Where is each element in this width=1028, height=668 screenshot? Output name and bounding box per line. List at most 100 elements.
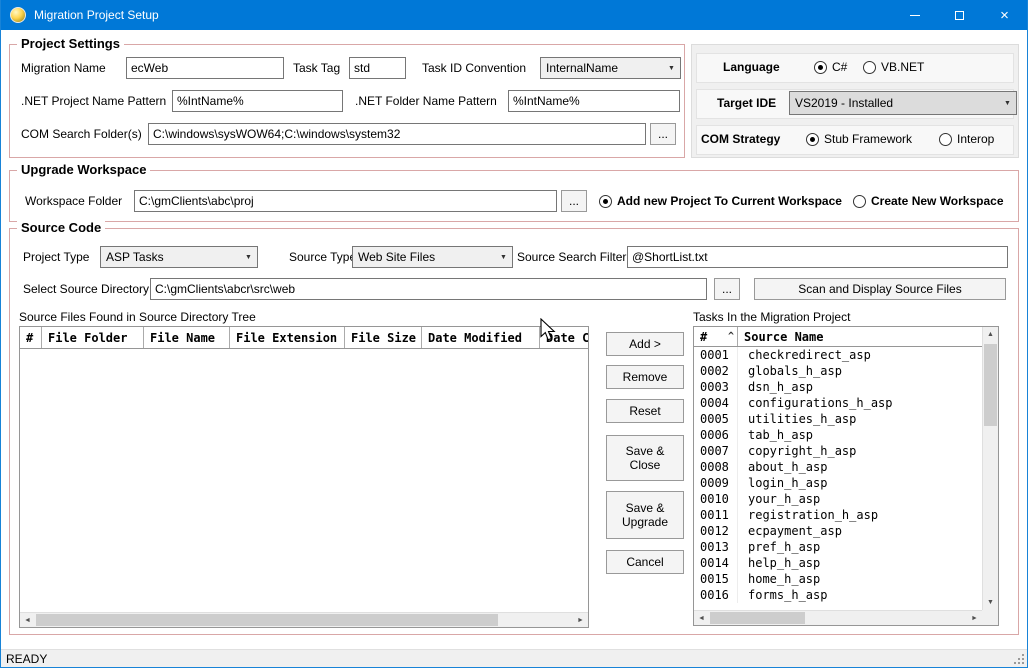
mouse-cursor bbox=[540, 318, 556, 342]
scroll-left-icon[interactable]: ◄ bbox=[694, 611, 709, 625]
reset-button[interactable]: Reset bbox=[606, 399, 684, 423]
task-row[interactable]: 0009login_h_asp bbox=[694, 475, 982, 491]
radio-unselected-icon bbox=[939, 133, 952, 146]
task-number: 0010 bbox=[694, 491, 738, 507]
column-header[interactable]: Date Modified bbox=[422, 327, 540, 348]
project-settings-title: Project Settings bbox=[17, 36, 124, 51]
maximize-button[interactable] bbox=[937, 0, 982, 30]
task-number: 0002 bbox=[694, 363, 738, 379]
scroll-down-icon[interactable]: ▼ bbox=[983, 595, 998, 610]
com-search-folders-label: COM Search Folder(s) bbox=[21, 123, 142, 145]
com-search-browse-button[interactable]: ... bbox=[650, 123, 676, 145]
scrollbar-thumb[interactable] bbox=[710, 612, 805, 624]
remove-button[interactable]: Remove bbox=[606, 365, 684, 389]
target-ide-value: VS2019 - Installed bbox=[795, 96, 893, 110]
task-row[interactable]: 0005utilities_h_asp bbox=[694, 411, 982, 427]
task-number: 0014 bbox=[694, 555, 738, 571]
column-header[interactable]: File Folder bbox=[42, 327, 144, 348]
task-row[interactable]: 0001checkredirect_asp bbox=[694, 347, 982, 363]
radio-interop[interactable]: Interop bbox=[939, 124, 994, 154]
scrollbar-thumb[interactable] bbox=[984, 344, 997, 426]
project-type-select[interactable]: ASP Tasks ▼ bbox=[100, 246, 258, 268]
source-files-table-body bbox=[20, 349, 588, 612]
com-strategy-label: COM Strategy bbox=[701, 124, 780, 154]
source-type-select[interactable]: Web Site Files ▼ bbox=[352, 246, 513, 268]
net-project-name-pattern-input[interactable] bbox=[172, 90, 343, 112]
source-search-filter-input[interactable] bbox=[627, 246, 1008, 268]
radio-language-csharp[interactable]: C# bbox=[814, 52, 847, 82]
minimize-icon bbox=[910, 15, 920, 16]
upgrade-workspace-title: Upgrade Workspace bbox=[17, 162, 150, 177]
task-id-convention-select[interactable]: InternalName ▼ bbox=[540, 57, 681, 79]
workspace-folder-browse-button[interactable]: ... bbox=[561, 190, 587, 212]
column-header[interactable]: File Size bbox=[345, 327, 422, 348]
task-row[interactable]: 0010your_h_asp bbox=[694, 491, 982, 507]
radio-selected-icon bbox=[814, 61, 827, 74]
column-header[interactable]: Source Name bbox=[738, 327, 982, 346]
radio-language-csharp-label: C# bbox=[832, 60, 847, 74]
task-row[interactable]: 0002globals_h_asp bbox=[694, 363, 982, 379]
task-row[interactable]: 0004configurations_h_asp bbox=[694, 395, 982, 411]
task-source-name: about_h_asp bbox=[738, 459, 827, 475]
task-number: 0004 bbox=[694, 395, 738, 411]
task-row[interactable]: 0016forms_h_asp bbox=[694, 587, 982, 603]
scan-source-files-button[interactable]: Scan and Display Source Files bbox=[754, 278, 1006, 300]
migration-name-input[interactable] bbox=[126, 57, 284, 79]
net-folder-name-pattern-input[interactable] bbox=[508, 90, 680, 112]
tasks-table-header: # ^ Source Name bbox=[694, 327, 982, 347]
task-source-name: tab_h_asp bbox=[738, 427, 813, 443]
radio-stub-framework[interactable]: Stub Framework bbox=[806, 124, 912, 154]
task-number: 0006 bbox=[694, 427, 738, 443]
save-upgrade-button[interactable]: Save & Upgrade bbox=[606, 491, 684, 539]
radio-create-new-workspace[interactable]: Create New Workspace bbox=[853, 190, 1004, 212]
close-icon: × bbox=[1000, 8, 1009, 23]
task-source-name: login_h_asp bbox=[738, 475, 827, 491]
task-row[interactable]: 0011registration_h_asp bbox=[694, 507, 982, 523]
task-tag-input[interactable] bbox=[349, 57, 406, 79]
add-button[interactable]: Add > bbox=[606, 332, 684, 356]
radio-language-vbnet[interactable]: VB.NET bbox=[863, 52, 924, 82]
source-type-value: Web Site Files bbox=[358, 250, 435, 264]
task-row[interactable]: 0008about_h_asp bbox=[694, 459, 982, 475]
net-project-name-pattern-label: .NET Project Name Pattern bbox=[21, 90, 166, 112]
net-folder-name-pattern-label: .NET Folder Name Pattern bbox=[355, 90, 497, 112]
task-row[interactable]: 0007copyright_h_asp bbox=[694, 443, 982, 459]
target-ide-select[interactable]: VS2019 - Installed ▼ bbox=[789, 91, 1017, 115]
tasks-horizontal-scrollbar[interactable]: ◄ ► bbox=[694, 610, 982, 625]
task-row[interactable]: 0006tab_h_asp bbox=[694, 427, 982, 443]
scrollbar-corner bbox=[982, 610, 998, 625]
radio-add-to-current-workspace[interactable]: Add new Project To Current Workspace bbox=[599, 190, 842, 212]
column-header[interactable]: File Name bbox=[144, 327, 230, 348]
task-row[interactable]: 0003dsn_h_asp bbox=[694, 379, 982, 395]
source-files-horizontal-scrollbar[interactable]: ◄ ► bbox=[20, 612, 588, 627]
workspace-folder-input[interactable] bbox=[134, 190, 557, 212]
com-search-folders-input[interactable] bbox=[148, 123, 646, 145]
column-header[interactable]: # ^ bbox=[694, 327, 738, 346]
task-row[interactable]: 0015home_h_asp bbox=[694, 571, 982, 587]
scroll-right-icon[interactable]: ► bbox=[573, 613, 588, 627]
scroll-left-icon[interactable]: ◄ bbox=[20, 613, 35, 627]
radio-language-vbnet-label: VB.NET bbox=[881, 60, 924, 74]
close-button[interactable]: × bbox=[982, 0, 1027, 30]
select-source-directory-input[interactable] bbox=[150, 278, 707, 300]
resize-grip[interactable] bbox=[1013, 654, 1025, 666]
minimize-button[interactable] bbox=[892, 0, 937, 30]
task-row[interactable]: 0014help_h_asp bbox=[694, 555, 982, 571]
task-number: 0003 bbox=[694, 379, 738, 395]
source-files-table-header: # File Folder File Name File Extension F… bbox=[20, 327, 588, 349]
task-row[interactable]: 0013pref_h_asp bbox=[694, 539, 982, 555]
window-title: Migration Project Setup bbox=[34, 8, 159, 22]
scrollbar-thumb[interactable] bbox=[36, 614, 498, 626]
source-directory-browse-button[interactable]: ... bbox=[714, 278, 740, 300]
scroll-right-icon[interactable]: ► bbox=[967, 611, 982, 625]
task-row[interactable]: 0012ecpayment_asp bbox=[694, 523, 982, 539]
task-source-name: forms_h_asp bbox=[738, 587, 827, 603]
tasks-vertical-scrollbar[interactable]: ▲ ▼ bbox=[982, 327, 998, 610]
column-header[interactable]: File Extension bbox=[230, 327, 345, 348]
source-search-filter-label: Source Search Filter bbox=[517, 246, 626, 268]
scroll-up-icon[interactable]: ▲ bbox=[983, 327, 998, 342]
cancel-button[interactable]: Cancel bbox=[606, 550, 684, 574]
project-type-value: ASP Tasks bbox=[106, 250, 164, 264]
column-header[interactable]: # bbox=[20, 327, 42, 348]
save-close-button[interactable]: Save & Close bbox=[606, 435, 684, 481]
